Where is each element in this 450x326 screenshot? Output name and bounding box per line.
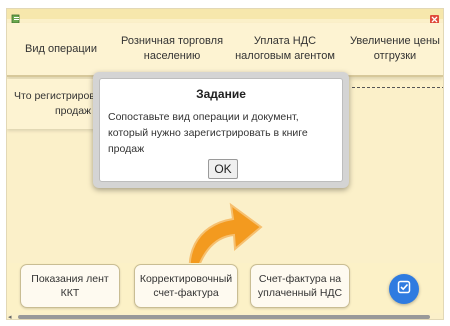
close-icon[interactable] <box>430 11 439 24</box>
card-invoice-paid-vat[interactable]: Счет-фактура на уплаченный НДС <box>250 264 350 308</box>
horizontal-scrollbar[interactable] <box>18 315 430 319</box>
operations-header: Вид операции Розничная торговля населени… <box>7 23 443 77</box>
header-operation-type: Вид операции <box>25 42 97 55</box>
scroll-left-arrow-icon[interactable]: ◂ <box>8 314 12 321</box>
task-dialog: Задание Сопоставьте вид операции и докум… <box>93 72 349 188</box>
check-button[interactable] <box>389 274 419 304</box>
header-retail: Розничная торговля населению <box>120 35 224 62</box>
header-tax-agent: Уплата НДС налоговым агентом <box>235 35 335 62</box>
check-icon <box>397 280 411 299</box>
card-corrective-invoice[interactable]: Корректировочный счет-фактура <box>134 264 238 308</box>
dialog-title: Задание <box>196 87 246 101</box>
app-icon <box>11 11 21 24</box>
ok-button[interactable]: OK <box>208 159 238 179</box>
header-price-increase: Увеличение цены отгрузки <box>350 35 440 62</box>
dialog-message: Сопоставьте вид операции и документ, кот… <box>108 111 308 155</box>
drop-line <box>352 87 443 88</box>
dialog-body: Задание Сопоставьте вид операции и докум… <box>99 78 343 182</box>
top-strip <box>7 9 443 19</box>
card-kkt-tapes[interactable]: Показания лент ККТ <box>20 264 120 308</box>
